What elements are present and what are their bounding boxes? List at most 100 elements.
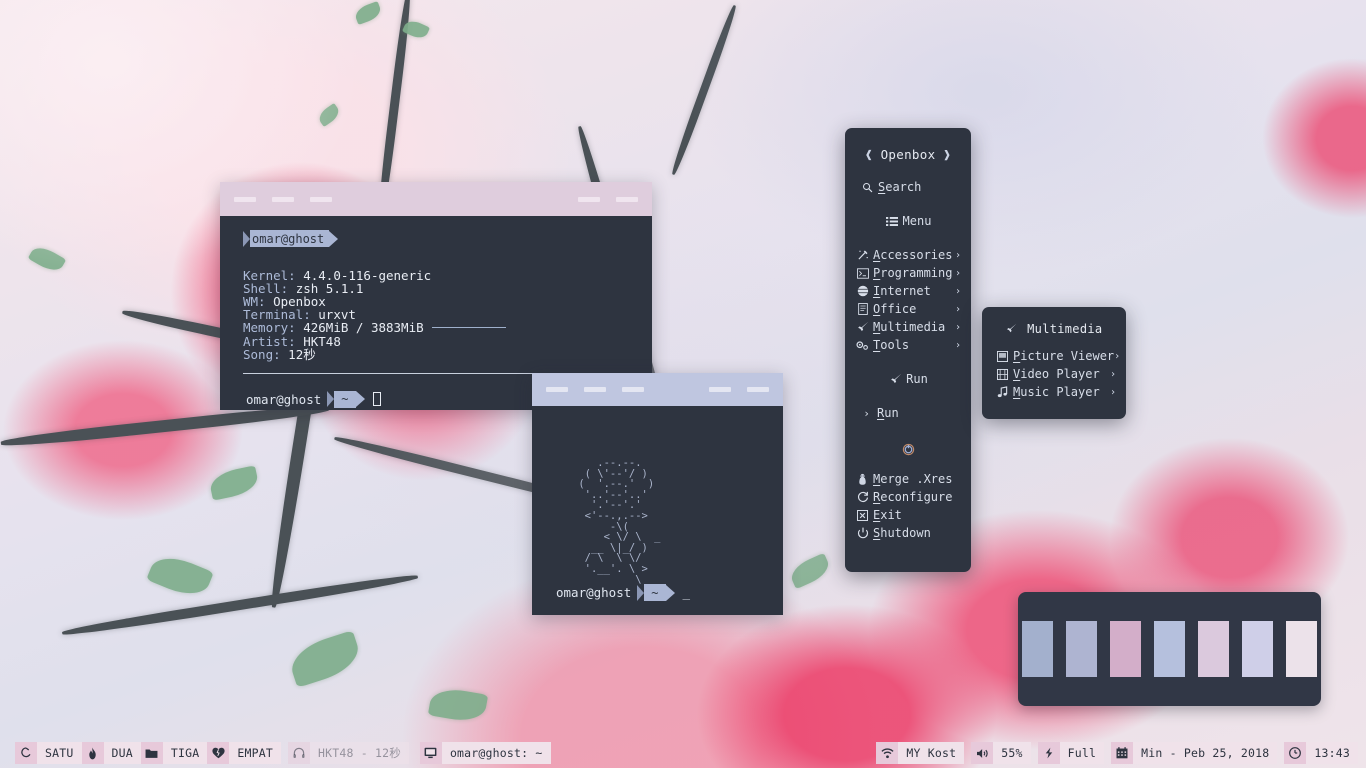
titlebar-button-iconify[interactable] xyxy=(234,196,256,202)
chevron-right-icon: › xyxy=(954,285,961,297)
menu-item-accessories[interactable]: Accessories › xyxy=(845,246,971,264)
submenu-item-picture-viewer[interactable]: Picture Viewer › xyxy=(982,347,1126,365)
submenu-title-text: Multimedia xyxy=(1027,322,1103,336)
fetch-key: Song: xyxy=(243,346,281,362)
globe-icon xyxy=(855,285,870,297)
menu-item-exit[interactable]: Exit xyxy=(845,506,971,524)
submenu-title: Multimedia xyxy=(982,307,1126,336)
menu-section-label: Run xyxy=(906,372,928,386)
palette-swatch xyxy=(1154,621,1185,677)
palette-swatch xyxy=(1110,621,1141,677)
menu-item-office[interactable]: Office › xyxy=(845,300,971,318)
menu-section-header-run: Run xyxy=(845,370,971,388)
window-task-button[interactable]: omar@ghost: ~ xyxy=(419,742,551,764)
menu-title-text: Openbox xyxy=(880,147,936,162)
titlebar-button-close[interactable] xyxy=(616,196,638,202)
menu-item-multimedia[interactable]: Multimedia › xyxy=(845,318,971,336)
titlebar-button-shade[interactable] xyxy=(310,196,332,202)
submenu-item-label: Video Player xyxy=(1013,367,1100,381)
titlebar-button-iconify[interactable] xyxy=(546,387,568,392)
workspace-button-tiga[interactable]: TIGA xyxy=(140,742,208,764)
powerline-left-arrow-icon xyxy=(327,391,335,408)
now-playing-item[interactable]: HKT48 - 12秒 xyxy=(288,742,409,764)
system-tray[interactable]: MY Kost 55% Full Min - Peb 25, 2018 13:4… xyxy=(876,742,1358,764)
titlebar-button-sticky[interactable] xyxy=(578,196,600,202)
menu-item-label: Run xyxy=(877,406,899,420)
terminal-window-ascii[interactable]: .--.--. ( \'--'/ ) ( '.--.' ) '..'--'..'… xyxy=(532,373,783,615)
menu-item-label: Programming xyxy=(873,266,953,280)
workspace-button-satu[interactable]: SATU xyxy=(15,742,82,764)
volume-icon xyxy=(971,742,994,764)
taskbar[interactable]: SATU DUA TIGA EMPAT HKT48 - 12秒 omar@gho… xyxy=(0,738,1366,768)
palette-swatch xyxy=(1198,621,1229,677)
chevron-right-icon: › xyxy=(954,321,961,333)
fetch-row: Song: 12秒 xyxy=(243,348,652,361)
workspace-label: DUA xyxy=(103,742,141,764)
tray-item-volume[interactable]: 55% xyxy=(971,742,1031,764)
search-icon xyxy=(860,182,875,193)
menu-item-label: Search xyxy=(878,180,922,194)
titlebar-button-sticky[interactable] xyxy=(709,387,731,392)
menu-item-internet[interactable]: Internet › xyxy=(845,282,971,300)
titlebar-button-maximize[interactable] xyxy=(584,387,606,392)
menu-item-tools[interactable]: Tools › xyxy=(845,336,971,354)
titlebar[interactable] xyxy=(220,182,652,216)
submenu-item-label: Picture Viewer xyxy=(1013,349,1115,363)
system-fetch-info: Kernel: 4.4.0-116-generic Shell: zsh 5.1… xyxy=(243,268,652,361)
menu-item-label: Shutdown xyxy=(873,526,931,540)
submenu-item-music-player[interactable]: Music Player › xyxy=(982,383,1126,401)
palette-swatch xyxy=(1242,621,1273,677)
tray-item-network[interactable]: MY Kost xyxy=(876,742,965,764)
tray-item-clock[interactable]: 13:43 xyxy=(1284,742,1358,764)
openbox-root-menu[interactable]: ❰ Openbox ❱ Search Menu Accessories › Pr… xyxy=(845,128,971,572)
prompt-arrow-icon: › xyxy=(863,406,870,420)
wand-icon xyxy=(855,249,870,261)
titlebar-button-shade[interactable] xyxy=(622,387,644,392)
flame-icon xyxy=(81,742,104,764)
power-icon xyxy=(855,527,870,539)
powerline-right-arrow-icon xyxy=(329,230,339,247)
menu-item-run[interactable]: › Run xyxy=(845,404,971,422)
terminal-cursor xyxy=(372,392,381,407)
film-icon xyxy=(995,368,1010,380)
powerline-left-arrow-icon xyxy=(637,584,645,601)
titlebar-left-buttons xyxy=(234,196,332,202)
terminal-icon xyxy=(855,267,870,279)
titlebar-button-maximize[interactable] xyxy=(272,196,294,202)
headphones-icon xyxy=(288,742,310,764)
titlebar-button-close[interactable] xyxy=(747,387,769,392)
ascii-art-rose: .--.--. ( \'--'/ ) ( '.--.' ) '..'--'..'… xyxy=(578,457,661,586)
multimedia-submenu[interactable]: Multimedia Picture Viewer › Video Player… xyxy=(982,307,1126,419)
wifi-icon xyxy=(876,742,899,764)
search-label-rest: earch xyxy=(885,180,922,194)
menu-section-label: Menu xyxy=(902,214,932,228)
workspace-button-dua[interactable]: DUA xyxy=(81,742,141,764)
powerline-right-arrow-icon xyxy=(355,391,365,408)
battery-plug-icon xyxy=(1037,742,1060,764)
menu-item-search[interactable]: Search xyxy=(845,178,971,196)
tray-item-battery[interactable]: Full xyxy=(1037,742,1105,764)
submenu-item-video-player[interactable]: Video Player › xyxy=(982,365,1126,383)
submenu-item-label: Music Player xyxy=(1013,385,1100,399)
prompt-path: ~ xyxy=(334,390,356,408)
color-palette-widget xyxy=(1018,592,1321,706)
window-task-label: omar@ghost: ~ xyxy=(441,742,551,764)
menu-item-label: Tools xyxy=(873,338,910,352)
folder-icon xyxy=(140,742,163,764)
prompt-path: ~ xyxy=(644,584,666,601)
menu-item-programming[interactable]: Programming › xyxy=(845,264,971,282)
menu-item-shutdown[interactable]: Shutdown xyxy=(845,524,971,542)
palette-swatch xyxy=(1066,621,1097,677)
rocket-icon xyxy=(1006,323,1017,334)
tray-item-calendar[interactable]: Min - Peb 25, 2018 xyxy=(1111,742,1278,764)
workspace-switcher[interactable]: SATU DUA TIGA EMPAT xyxy=(15,742,281,764)
palette-swatch xyxy=(1022,621,1053,677)
titlebar[interactable] xyxy=(532,373,783,406)
terminal-prompt: omar@ghost ~ _ xyxy=(556,584,690,601)
menu-item-merge-xres[interactable]: Merge .Xres xyxy=(845,470,971,488)
workspace-button-empat[interactable]: EMPAT xyxy=(207,742,281,764)
terminal-content[interactable]: .--.--. ( \'--'/ ) ( '.--.' ) '..'--'..'… xyxy=(532,406,783,615)
menu-item-reconfigure[interactable]: Reconfigure xyxy=(845,488,971,506)
prompt-user-host: omar@ghost xyxy=(246,391,322,407)
titlebar-right-buttons xyxy=(578,196,638,202)
